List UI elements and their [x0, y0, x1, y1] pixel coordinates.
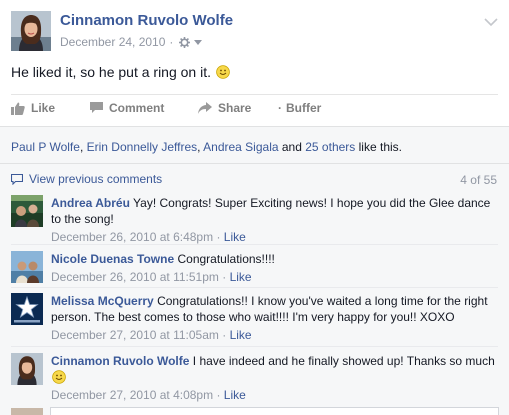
comment-body: Andrea Abréu Yay! Congrats! Super Exciti…	[51, 195, 499, 245]
thumbs-up-icon	[11, 102, 25, 115]
commenter-name[interactable]: Nicole Duenas Towne	[51, 252, 174, 266]
comment-button[interactable]: Comment	[90, 101, 164, 115]
comment-bubble-icon	[11, 173, 23, 185]
post-date[interactable]: December 24, 2010	[60, 35, 165, 49]
comment-label: Comment	[109, 101, 165, 115]
comment-meta-dot: ·	[216, 388, 221, 402]
likes-divider	[0, 163, 509, 164]
comment-meta-dot: ·	[216, 230, 221, 244]
commenter-name[interactable]: Andrea Abréu	[51, 196, 130, 210]
comment-text: Congratulations!!!!	[177, 252, 275, 266]
liker-link[interactable]: Andrea Sigala	[203, 140, 278, 154]
share-label: Share	[218, 101, 252, 115]
chevron-down-icon[interactable]	[484, 14, 498, 27]
commenter-name[interactable]: Cinnamon Ruvolo Wolfe	[51, 354, 189, 368]
view-previous-label: View previous comments	[29, 172, 163, 186]
liker-link[interactable]: Paul P Wolfe	[11, 140, 80, 154]
comment-like-link[interactable]: Like	[230, 328, 252, 342]
commenter-avatar[interactable]	[11, 293, 43, 325]
likers-and: and	[281, 140, 302, 154]
comment-count: 4 of 55	[460, 173, 497, 187]
gear-icon[interactable]	[179, 36, 191, 48]
comment-body: Nicole Duenas Towne Congratulations!!!! …	[51, 251, 499, 285]
comment-text: I have indeed and he finally showed up! …	[192, 354, 495, 368]
buffer-button[interactable]: · Buffer	[278, 101, 321, 115]
liker-comma: ,	[197, 140, 201, 154]
comment-meta: December 26, 2010 at 6:48pm · Like	[51, 229, 499, 245]
like-label: Like	[31, 101, 56, 115]
share-button[interactable]: Share	[198, 101, 251, 115]
comment-timestamp[interactable]: December 27, 2010 at 11:05am	[51, 328, 219, 342]
smiley-emoji-icon	[216, 65, 230, 79]
like-button[interactable]: Like	[11, 101, 55, 115]
privacy-dropdown-caret-icon[interactable]	[194, 40, 203, 45]
status-text-row: He liked it, so he put a ring on it.	[11, 64, 230, 80]
feedback-section: Paul P Wolfe, Erin Donnelly Jeffres, And…	[0, 126, 509, 415]
author-avatar[interactable]	[11, 11, 51, 51]
comment-meta: December 26, 2010 at 11:51pm · Like	[51, 269, 499, 285]
share-arrow-icon	[198, 102, 212, 114]
comment-meta: December 27, 2010 at 4:08pm · Like	[51, 387, 499, 403]
commenter-avatar[interactable]	[11, 353, 43, 385]
comment-divider	[11, 287, 498, 288]
comment-like-link[interactable]: Like	[224, 388, 246, 402]
status-text: He liked it, so he put a ring on it.	[11, 64, 211, 80]
likers-others-link[interactable]: 25 others	[305, 140, 355, 154]
view-previous-comments-link[interactable]: View previous comments	[11, 172, 162, 186]
buffer-dot: ·	[278, 101, 282, 115]
likers-suffix: like this.	[358, 140, 402, 154]
post-meta: December 24, 2010 ·	[60, 35, 203, 49]
buffer-label: Buffer	[286, 101, 322, 115]
comment-divider	[11, 244, 498, 245]
liker-comma: ,	[79, 140, 84, 154]
post-author-name[interactable]: Cinnamon Ruvolo Wolfe	[60, 12, 233, 29]
post-divider	[11, 94, 498, 95]
write-comment-input[interactable]	[50, 407, 499, 415]
comment-bubble-icon	[90, 102, 103, 113]
meta-separator: ·	[169, 35, 174, 49]
post-card: Cinnamon Ruvolo Wolfe December 24, 2010 …	[0, 0, 509, 415]
commenter-name[interactable]: Melissa McQuerry	[51, 294, 154, 308]
comment-like-link[interactable]: Like	[224, 230, 246, 244]
smiley-emoji-icon	[52, 370, 66, 384]
comment-timestamp[interactable]: December 26, 2010 at 6:48pm	[51, 230, 213, 244]
comment-like-link[interactable]: Like	[230, 270, 252, 284]
likers-sentence: Paul P Wolfe, Erin Donnelly Jeffres, And…	[11, 140, 402, 154]
commenter-avatar[interactable]	[11, 195, 43, 227]
comment-timestamp[interactable]: December 27, 2010 at 4:08pm	[51, 388, 213, 402]
comment-divider	[11, 346, 498, 347]
liker-link[interactable]: Erin Donnelly Jeffres	[87, 140, 198, 154]
reply-avatar	[11, 408, 43, 415]
comment-meta-dot: ·	[222, 270, 227, 284]
commenter-avatar[interactable]	[11, 251, 43, 283]
comment-meta: December 27, 2010 at 11:05am · Like	[51, 327, 499, 343]
comment-body: Melissa McQuerry Congratulations!! I kno…	[51, 293, 499, 343]
comment-timestamp[interactable]: December 26, 2010 at 11:51pm	[51, 270, 219, 284]
comment-body: Cinnamon Ruvolo Wolfe I have indeed and …	[51, 353, 499, 403]
comment-meta-dot: ·	[222, 328, 227, 342]
